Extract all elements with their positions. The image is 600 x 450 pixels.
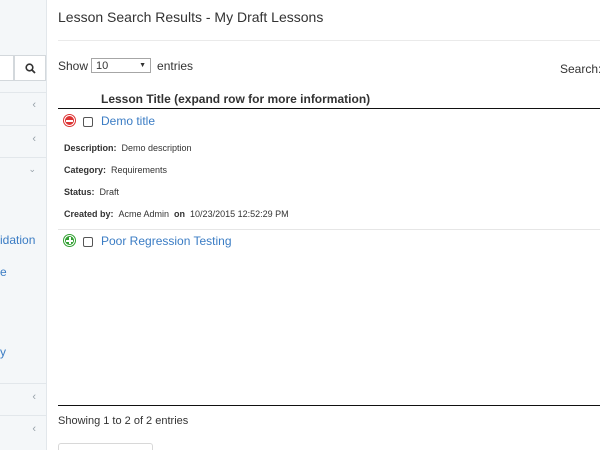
app-root: ‹ ‹ ⌄ idation e y ‹ ‹ Lesson Search Resu… (0, 0, 600, 450)
sidebar-search-button[interactable] (14, 55, 46, 81)
detail-category: Category: Requirements (64, 165, 168, 175)
sidebar-divider (0, 383, 47, 384)
entries-select[interactable]: 10 ▼ (91, 58, 152, 73)
sidebar-item-label[interactable]: idation (0, 233, 35, 247)
detail-description: Description: Demo description (64, 143, 192, 153)
page-title: Lesson Search Results - My Draft Lessons (58, 9, 324, 25)
header-divider (58, 108, 600, 109)
row-checkbox[interactable] (83, 117, 93, 127)
lesson-title-link[interactable]: Poor Regression Testing (101, 234, 232, 248)
chevron-left-icon[interactable]: ‹ (32, 99, 36, 111)
sidebar-divider (0, 415, 47, 416)
caret-down-icon: ▼ (139, 62, 147, 69)
column-header-lesson-title[interactable]: Lesson Title (expand row for more inform… (101, 92, 370, 106)
sidebar-item-label[interactable]: e (0, 265, 7, 279)
chevron-left-icon[interactable]: ‹ (32, 133, 36, 145)
sidebar-divider (0, 92, 47, 93)
detail-created-by: Created by: Acme Admin on 10/23/2015 12:52:… (64, 209, 289, 219)
chevron-left-icon[interactable]: ‹ (32, 391, 36, 403)
collapse-row-icon[interactable] (64, 115, 75, 126)
chevron-left-icon[interactable]: ‹ (32, 423, 36, 435)
table-bottom-divider (58, 405, 600, 406)
sidebar-search-input[interactable] (0, 55, 14, 81)
row-divider (58, 229, 600, 230)
entries-select-value: 10 (96, 59, 109, 72)
row-checkbox[interactable] (83, 237, 93, 247)
sidebar-item-label[interactable]: y (0, 345, 6, 359)
entries-length-control: Show 10 ▼ entries (58, 58, 193, 73)
search-label: Search: (560, 62, 600, 76)
main-content: Lesson Search Results - My Draft Lessons… (47, 0, 600, 450)
pagination-button[interactable] (58, 443, 153, 450)
lesson-title-link[interactable]: Demo title (101, 114, 155, 128)
show-label: Show (58, 58, 89, 73)
entries-label: entries (157, 58, 194, 73)
sidebar: ‹ ‹ ⌄ idation e y ‹ ‹ (0, 0, 47, 450)
sidebar-divider (0, 125, 47, 126)
search-icon (24, 62, 36, 74)
sidebar-divider (0, 157, 47, 158)
title-divider (58, 40, 600, 41)
detail-status: Status: Draft (64, 187, 120, 197)
expand-row-icon[interactable] (64, 235, 75, 246)
table-info: Showing 1 to 2 of 2 entries (58, 415, 189, 427)
chevron-down-icon[interactable]: ⌄ (28, 164, 36, 175)
